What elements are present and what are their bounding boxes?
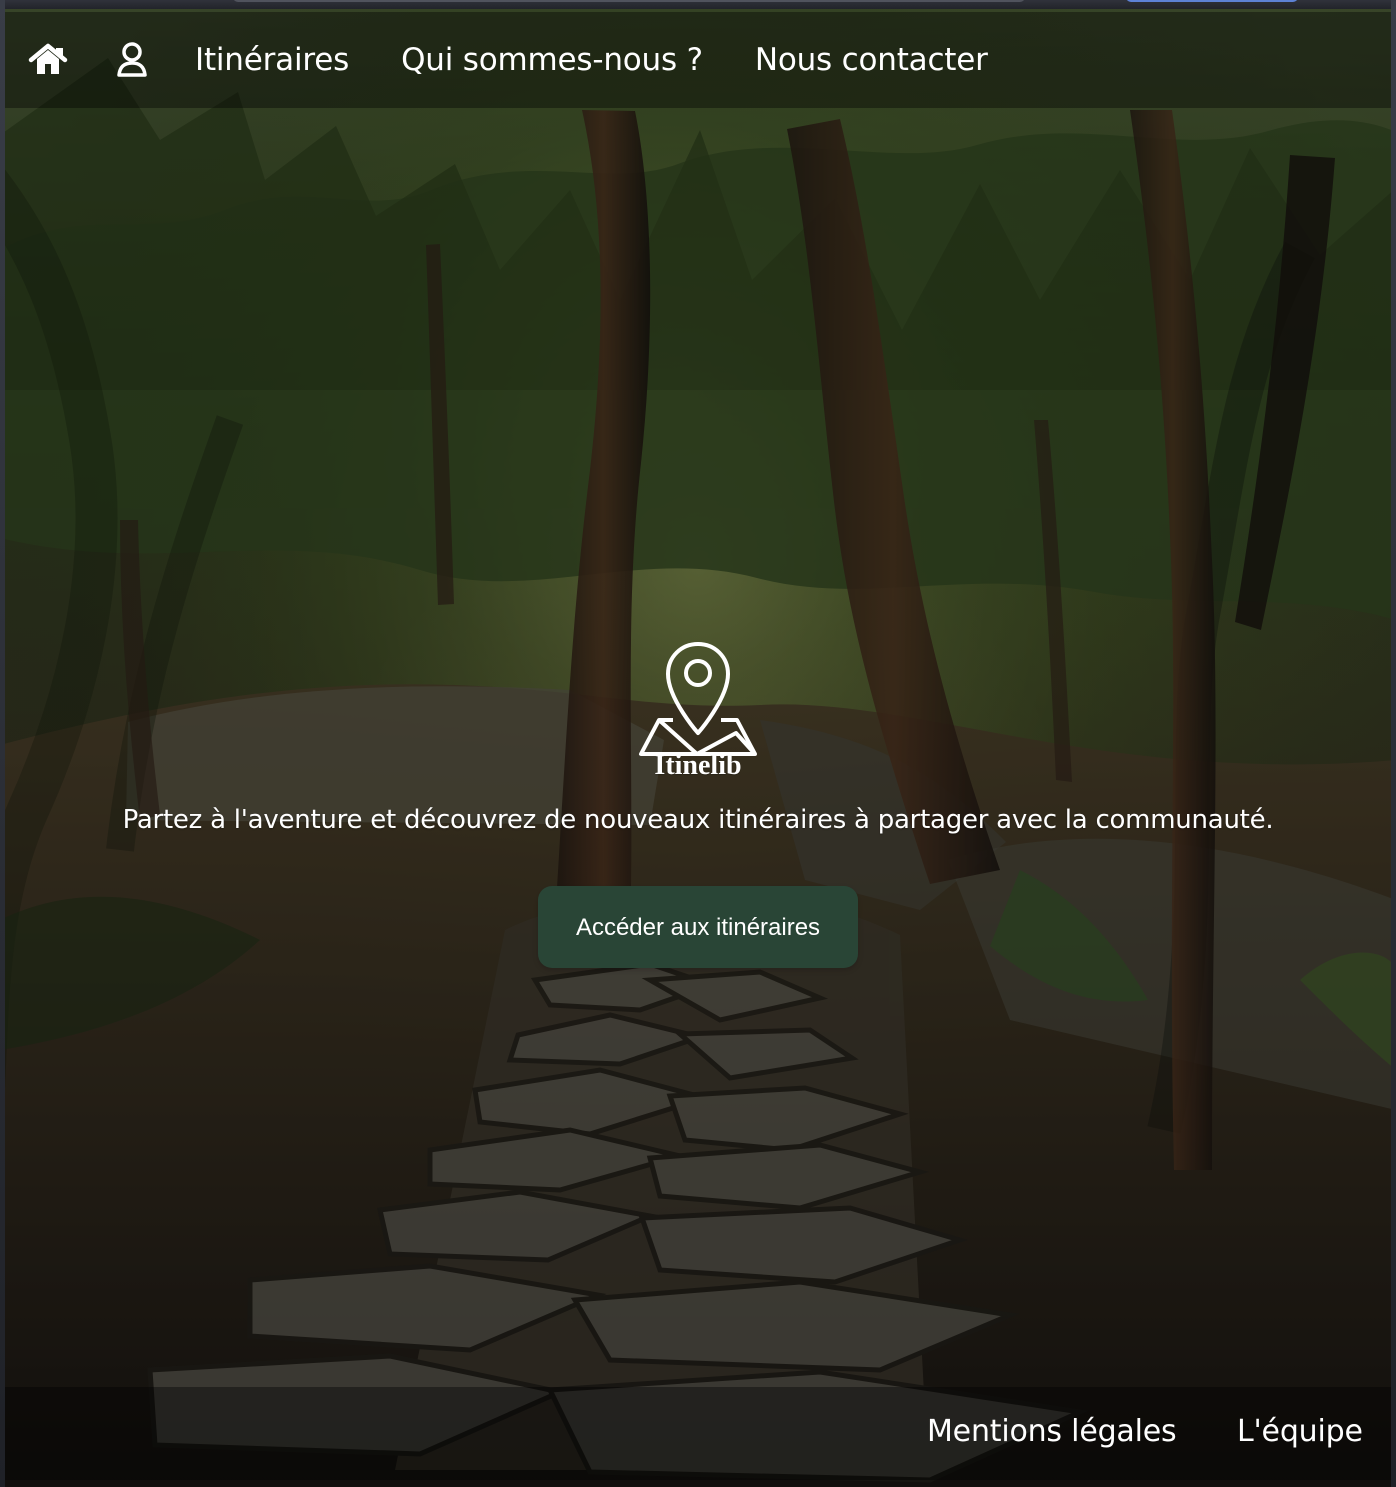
footer-link-mentions-legales[interactable]: Mentions légales [927, 1417, 1177, 1447]
window-left-frame [0, 0, 5, 1487]
app-viewport: Itinéraires Qui sommes-nous ? Nous conta… [0, 0, 1396, 1487]
hero-section: Itinelib Partez à l'aventure et découvre… [0, 620, 1396, 980]
hero-tagline: Partez à l'aventure et découvrez de nouv… [122, 805, 1274, 835]
brand-name: Itinelib [654, 750, 742, 781]
nav-link-nous-contacter[interactable]: Nous contacter [755, 44, 988, 76]
nav-link-qui-sommes-nous[interactable]: Qui sommes-nous ? [401, 44, 703, 76]
footer-link-equipe[interactable]: L'équipe [1237, 1417, 1363, 1447]
window-right-frame [1391, 0, 1396, 1487]
access-itineraries-button[interactable]: Accéder aux itinéraires [538, 886, 858, 968]
window-top-frame [0, 0, 1396, 9]
top-navigation: Itinéraires Qui sommes-nous ? Nous conta… [5, 12, 1391, 108]
nav-link-itineraires[interactable]: Itinéraires [195, 44, 349, 76]
user-icon[interactable] [111, 39, 153, 81]
page-footer: Mentions légales L'équipe [5, 1387, 1391, 1480]
home-icon[interactable] [27, 39, 69, 81]
